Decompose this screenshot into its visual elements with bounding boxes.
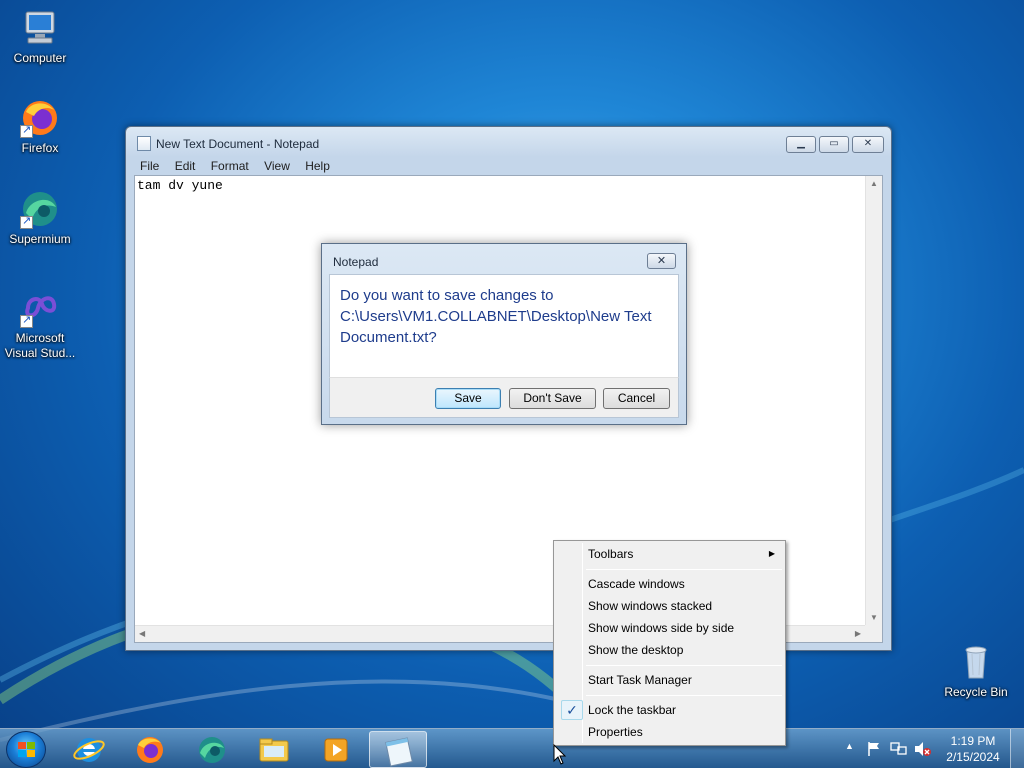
menu-item-label: Show windows stacked: [588, 599, 713, 613]
taskbar-internet-explorer[interactable]: [60, 731, 118, 768]
network-icon[interactable]: [890, 741, 908, 757]
menu-separator: [586, 665, 782, 666]
menu-item-cascade-windows[interactable]: Cascade windows: [556, 573, 783, 595]
supermium-icon: [20, 189, 60, 229]
desktop-icon-label: Firefox: [21, 141, 59, 155]
menu-item-label: Show the desktop: [588, 643, 684, 657]
menu-separator: [586, 569, 782, 570]
maximize-icon: ▭: [829, 138, 839, 149]
taskbar-firefox[interactable]: [121, 731, 179, 768]
clock-date: 2/15/2024: [946, 750, 1000, 764]
action-center-flag-icon[interactable]: [866, 741, 882, 757]
menu-format[interactable]: Format: [205, 157, 255, 175]
menu-bar: File Edit Format View Help: [134, 157, 883, 175]
menu-item-show-windows-stacked[interactable]: Show windows stacked: [556, 595, 783, 617]
close-icon: ✕: [656, 255, 667, 267]
dialog-title: Notepad: [333, 255, 379, 269]
firefox-icon: [20, 98, 60, 138]
menu-file[interactable]: File: [134, 157, 165, 175]
menu-item-label: Toolbars: [588, 547, 634, 561]
submenu-arrow-icon: ▶: [768, 549, 775, 558]
desktop-icon-label: Microsoft Visual Stud...: [4, 331, 76, 360]
visual-studio-icon: [20, 288, 60, 328]
desktop-icon-firefox[interactable]: Firefox: [1, 98, 79, 156]
save-button[interactable]: Save: [435, 388, 501, 409]
desktop-icon-visual-studio[interactable]: Microsoft Visual Stud...: [1, 288, 79, 361]
mouse-cursor-icon: [553, 744, 567, 765]
shortcut-arrow-icon: [20, 123, 33, 138]
file-explorer-icon: [259, 738, 289, 762]
desktop-icon-recycle-bin[interactable]: Recycle Bin: [937, 642, 1015, 700]
menu-item-label: Lock the taskbar: [588, 703, 677, 717]
menu-item-show-the-desktop[interactable]: Show the desktop: [556, 639, 783, 661]
size-grip[interactable]: [865, 625, 882, 642]
taskbar-supermium[interactable]: [183, 731, 241, 768]
menu-item-label: Show windows side by side: [588, 621, 735, 635]
show-desktop-button[interactable]: [1010, 729, 1024, 768]
cancel-button[interactable]: Cancel: [603, 388, 670, 409]
scroll-right-icon[interactable]: ▶: [855, 629, 861, 638]
window-title: New Text Document - Notepad: [156, 137, 320, 151]
firefox-icon: [137, 737, 163, 763]
start-button[interactable]: [6, 731, 46, 768]
close-button[interactable]: ✕: [852, 136, 884, 153]
minimize-button[interactable]: ▁: [786, 136, 816, 153]
clock-time: 1:19 PM: [950, 734, 996, 748]
desktop-icon-label: Supermium: [9, 232, 71, 246]
scroll-up-icon[interactable]: ▲: [870, 179, 878, 188]
desktop-icon-label: Recycle Bin: [944, 685, 1008, 699]
document-text[interactable]: tam dv yune: [137, 178, 223, 193]
notepad-icon: [137, 136, 151, 151]
taskbar[interactable]: ▲ 1:19 PM 2/15/2024: [0, 728, 1024, 768]
internet-explorer-icon: [73, 738, 105, 762]
maximize-button[interactable]: ▭: [819, 136, 849, 153]
taskbar-clock[interactable]: 1:19 PM 2/15/2024: [940, 733, 1006, 765]
supermium-icon: [199, 737, 225, 763]
menu-item-properties[interactable]: Properties: [556, 721, 783, 743]
windows-logo-icon: [18, 742, 35, 757]
computer-icon: [20, 8, 60, 48]
scroll-down-icon[interactable]: ▼: [870, 613, 878, 622]
minimize-icon: ▁: [797, 138, 805, 149]
menu-item-lock-the-taskbar[interactable]: ✓ Lock the taskbar: [556, 699, 783, 721]
menu-item-toolbars[interactable]: Toolbars ▶: [556, 543, 783, 565]
menu-item-label: Cascade windows: [588, 577, 685, 591]
menu-item-label: Properties: [588, 725, 643, 739]
menu-view[interactable]: View: [258, 157, 296, 175]
taskbar-notepad[interactable]: [369, 731, 427, 768]
dialog-body: Do you want to save changes to C:\Users\…: [329, 274, 679, 378]
media-player-icon: [324, 738, 348, 762]
menu-item-start-task-manager[interactable]: Start Task Manager: [556, 669, 783, 691]
save-changes-dialog[interactable]: Notepad ✕ Do you want to save changes to…: [321, 243, 687, 425]
menu-help[interactable]: Help: [299, 157, 336, 175]
desktop-icon-supermium[interactable]: Supermium: [1, 189, 79, 247]
shortcut-arrow-icon: [20, 214, 33, 229]
notepad-icon: [385, 737, 413, 767]
desktop-icon-label: Computer: [13, 51, 67, 65]
title-bar[interactable]: New Text Document - Notepad ▁ ▭ ✕: [126, 127, 891, 157]
close-icon: ✕: [863, 138, 873, 149]
shortcut-arrow-icon: [20, 313, 33, 328]
show-hidden-icons-arrow[interactable]: ▲: [845, 741, 854, 768]
recycle-bin-icon: [956, 642, 996, 682]
taskbar-file-explorer[interactable]: [245, 731, 303, 768]
vertical-scrollbar[interactable]: ▲ ▼: [865, 176, 882, 625]
dont-save-button[interactable]: Don't Save: [509, 388, 596, 409]
taskbar-context-menu[interactable]: Toolbars ▶ Cascade windows Show windows …: [553, 540, 786, 746]
volume-muted-icon[interactable]: [914, 741, 932, 757]
menu-item-show-windows-side-by-side[interactable]: Show windows side by side: [556, 617, 783, 639]
dialog-close-button[interactable]: ✕: [647, 253, 676, 269]
dialog-message: Do you want to save changes to C:\Users\…: [340, 287, 652, 346]
desktop-icon-computer[interactable]: Computer: [1, 8, 79, 66]
taskbar-media-player[interactable]: [307, 731, 365, 768]
menu-item-label: Start Task Manager: [588, 673, 692, 687]
scroll-left-icon[interactable]: ◀: [139, 629, 145, 638]
checkmark-icon: ✓: [561, 700, 583, 720]
menu-edit[interactable]: Edit: [169, 157, 202, 175]
menu-separator: [586, 695, 782, 696]
dialog-button-bar: Save Don't Save Cancel: [329, 377, 679, 418]
